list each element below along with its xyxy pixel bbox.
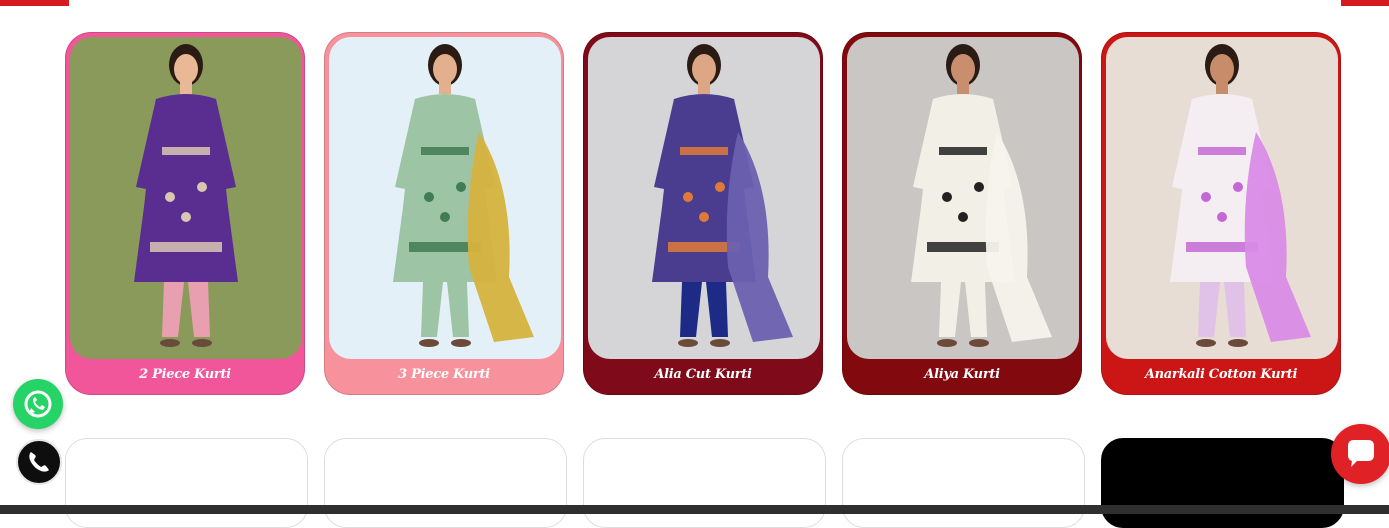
product-title[interactable]: Alia Cut Kurti (584, 367, 822, 382)
product-title[interactable]: 2 Piece Kurti (66, 367, 304, 382)
chat-button[interactable] (1331, 424, 1389, 484)
whatsapp-button[interactable] (13, 379, 63, 429)
top-accent-right (1341, 0, 1389, 6)
product-image[interactable] (847, 37, 1079, 359)
product-card-placeholder[interactable] (583, 438, 826, 528)
top-accent-left (0, 0, 69, 6)
product-image[interactable] (1106, 37, 1338, 359)
product-image[interactable] (329, 37, 561, 359)
product-image[interactable] (70, 37, 302, 359)
product-card[interactable]: Anarkali Cotton Kurti (1101, 32, 1341, 395)
product-card-placeholder[interactable] (65, 438, 308, 528)
product-card[interactable]: Alia Cut Kurti (583, 32, 823, 395)
call-button[interactable] (16, 439, 62, 485)
product-card-placeholder[interactable] (842, 438, 1085, 528)
whatsapp-icon (24, 390, 52, 418)
chat-icon (1348, 440, 1374, 467)
taskbar (0, 505, 1389, 514)
product-card-placeholder[interactable] (324, 438, 567, 528)
product-card[interactable]: Aliya Kurti (842, 32, 1082, 395)
phone-icon (29, 452, 49, 472)
product-title[interactable]: Anarkali Cotton Kurti (1102, 367, 1340, 382)
product-card[interactable]: 3 Piece Kurti (324, 32, 564, 395)
product-title[interactable]: 3 Piece Kurti (325, 367, 563, 382)
product-card[interactable]: 2 Piece Kurti (65, 32, 305, 395)
product-title[interactable]: Aliya Kurti (843, 367, 1081, 382)
product-image[interactable] (588, 37, 820, 359)
product-card-placeholder[interactable] (1101, 438, 1344, 528)
